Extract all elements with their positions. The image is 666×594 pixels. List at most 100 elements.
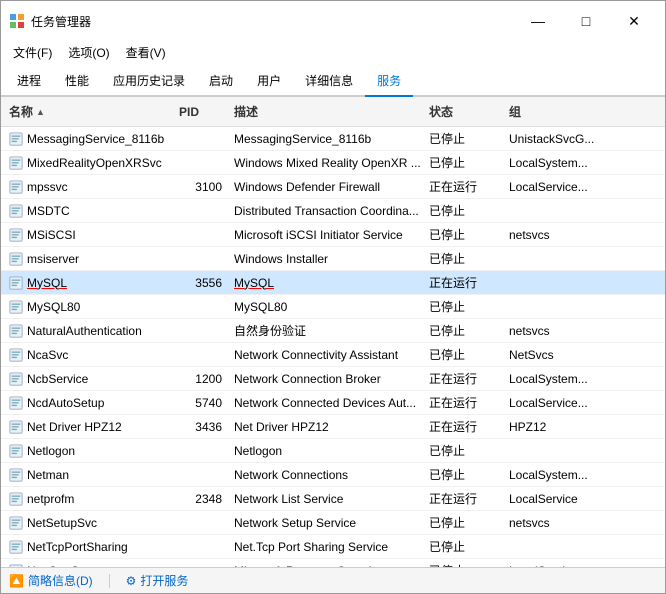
table-row[interactable]: NaturalAuthentication 自然身份验证 已停止 netsvcs [1,319,665,343]
cell-service-group: netsvcs [505,227,615,243]
chevron-up-icon: 🔼 [9,574,24,588]
menu-view[interactable]: 查看(V) [118,41,174,64]
cell-service-pid: 1200 [175,371,230,387]
cell-service-status: 已停止 [425,129,505,148]
cell-service-group [505,546,615,548]
cell-service-pid [175,162,230,164]
table-row[interactable]: NcbService 1200 Network Connection Broke… [1,367,665,391]
tab-processes[interactable]: 进程 [5,66,53,97]
cell-service-group: LocalService... [505,395,615,411]
service-icon [9,324,23,338]
table-row[interactable]: Netlogon Netlogon 已停止 [1,439,665,463]
main-window: 任务管理器 — □ ✕ 文件(F) 选项(O) 查看(V) 进程 性能 应用历史… [0,0,666,594]
table-row[interactable]: MessagingService_8116b MessagingService_… [1,127,665,151]
table-row[interactable]: MSDTC Distributed Transaction Coordina..… [1,199,665,223]
cell-service-desc: Network Connectivity Assistant [230,347,425,363]
service-icon [9,444,23,458]
cell-service-pid: 3436 [175,419,230,435]
table-row[interactable]: mpssvc 3100 Windows Defender Firewall 正在… [1,175,665,199]
minimize-button[interactable]: — [515,7,561,35]
cell-service-pid [175,210,230,212]
cell-service-group: LocalSystem... [505,467,615,483]
cell-service-status: 已停止 [425,345,505,364]
cell-service-pid [175,474,230,476]
tabs-bar: 进程 性能 应用历史记录 启动 用户 详细信息 服务 [1,66,665,97]
table-row[interactable]: Netman Network Connections 已停止 LocalSyst… [1,463,665,487]
cell-service-status: 正在运行 [425,393,505,412]
cell-service-desc: MySQL80 [230,299,425,315]
service-icon [9,348,23,362]
tab-performance[interactable]: 性能 [53,66,101,97]
cell-service-status: 已停止 [425,153,505,172]
menu-options[interactable]: 选项(O) [60,41,117,64]
cell-service-status: 已停止 [425,513,505,532]
table-row[interactable]: Net Driver HPZ12 3436 Net Driver HPZ12 正… [1,415,665,439]
table-row[interactable]: NgcCtnrSvc Microsoft Passport Container … [1,559,665,567]
service-icon [9,132,23,146]
cell-service-name: mpssvc [5,179,175,195]
cell-service-pid: 3100 [175,179,230,195]
cell-service-pid [175,522,230,524]
tab-details[interactable]: 详细信息 [293,66,365,97]
tab-app-history[interactable]: 应用历史记录 [101,66,197,97]
service-icon [9,372,23,386]
cell-service-group: NetSvcs [505,347,615,363]
table-row[interactable]: MySQL 3556 MySQL 正在运行 [1,271,665,295]
service-icon [9,276,23,290]
cell-service-desc: Windows Defender Firewall [230,179,425,195]
col-header-pid[interactable]: PID [175,101,230,122]
service-icon [9,300,23,314]
table-row[interactable]: MixedRealityOpenXRSvc Windows Mixed Real… [1,151,665,175]
cell-service-group: LocalSystem... [505,155,615,171]
table-row[interactable]: NcaSvc Network Connectivity Assistant 已停… [1,343,665,367]
cell-service-name: Netlogon [5,443,175,459]
col-header-desc[interactable]: 描述 [230,101,425,122]
cell-service-pid [175,450,230,452]
services-table: 名称 ▲ PID 描述 状态 组 MessagingService_81 [1,97,665,567]
table-row[interactable]: NcdAutoSetup 5740 Network Connected Devi… [1,391,665,415]
table-row[interactable]: msiserver Windows Installer 已停止 [1,247,665,271]
col-header-name[interactable]: 名称 ▲ [5,101,175,122]
cell-service-status: 已停止 [425,537,505,556]
open-service-button[interactable]: ⚙ 打开服务 [126,572,189,589]
cell-service-status: 已停止 [425,441,505,460]
cell-service-name: MySQL80 [5,299,175,315]
cell-service-group: netsvcs [505,515,615,531]
close-button[interactable]: ✕ [611,7,657,35]
col-header-group[interactable]: 组 [505,101,615,122]
cell-service-status: 正在运行 [425,177,505,196]
menu-file[interactable]: 文件(F) [5,41,60,64]
cell-service-desc: 自然身份验证 [230,321,425,340]
table-row[interactable]: NetSetupSvc Network Setup Service 已停止 ne… [1,511,665,535]
cell-service-group [505,450,615,452]
cell-service-name: NcbService [5,371,175,387]
cell-service-group [505,282,615,284]
tab-users[interactable]: 用户 [245,66,293,97]
table-row[interactable]: MySQL80 MySQL80 已停止 [1,295,665,319]
service-icon [9,204,23,218]
tab-startup[interactable]: 启动 [197,66,245,97]
cell-service-status: 正在运行 [425,369,505,388]
tab-services[interactable]: 服务 [365,66,413,97]
cell-service-name: NetSetupSvc [5,515,175,531]
cell-service-group: LocalService [505,491,615,507]
title-bar: 任务管理器 — □ ✕ [1,1,665,39]
cell-service-group [505,210,615,212]
cell-service-desc: Network List Service [230,491,425,507]
menu-bar: 文件(F) 选项(O) 查看(V) [1,39,665,66]
cell-service-status: 已停止 [425,297,505,316]
cell-service-desc: Net Driver HPZ12 [230,419,425,435]
table-body[interactable]: MessagingService_8116b MessagingService_… [1,127,665,567]
table-row[interactable]: netprofm 2348 Network List Service 正在运行 … [1,487,665,511]
table-row[interactable]: MSiSCSI Microsoft iSCSI Initiator Servic… [1,223,665,247]
cell-service-status: 正在运行 [425,489,505,508]
table-row[interactable]: NetTcpPortSharing Net.Tcp Port Sharing S… [1,535,665,559]
service-icon [9,228,23,242]
maximize-button[interactable]: □ [563,7,609,35]
cell-service-name: NaturalAuthentication [5,323,175,339]
cell-service-desc: Windows Installer [230,251,425,267]
sort-arrow-name: ▲ [36,107,45,117]
cell-service-status: 已停止 [425,201,505,220]
col-header-status[interactable]: 状态 [425,101,505,122]
summary-button[interactable]: 🔼 简略信息(D) [9,572,93,589]
